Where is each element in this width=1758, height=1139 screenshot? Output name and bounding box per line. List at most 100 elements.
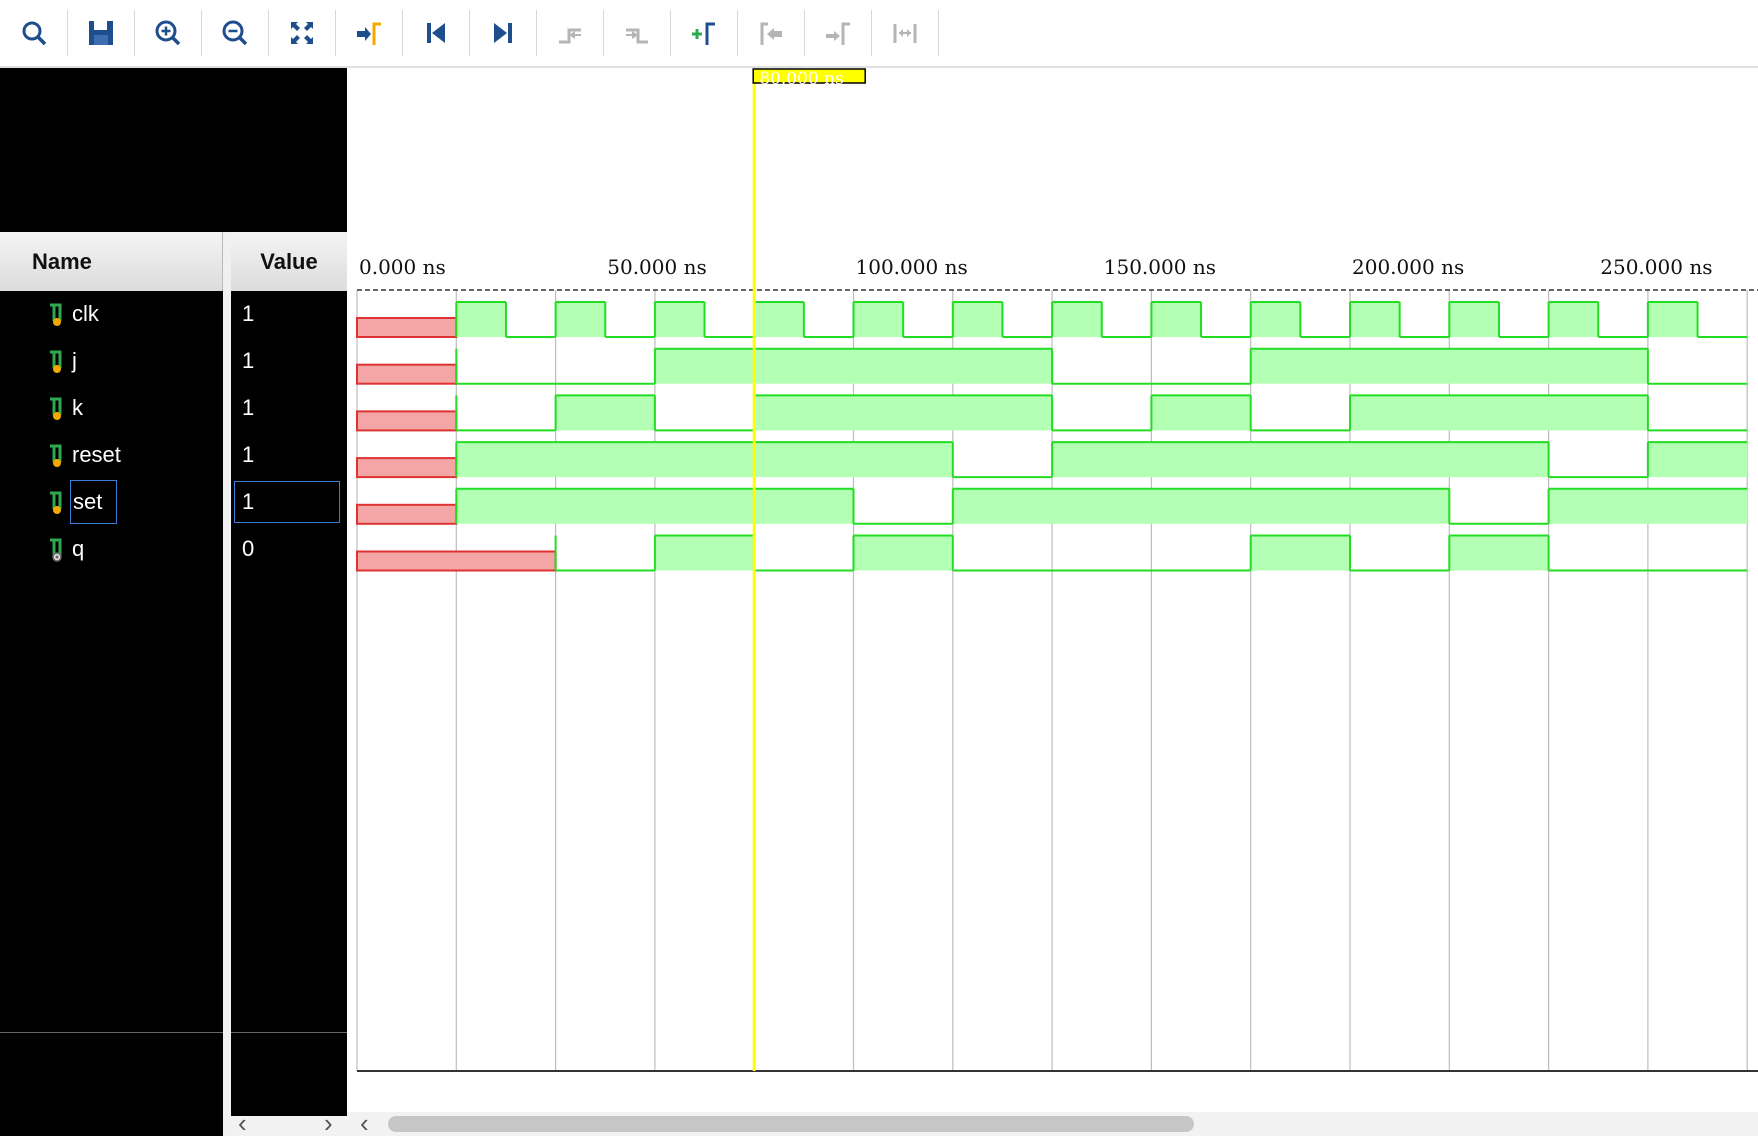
signal-value-set[interactable]: 1 xyxy=(234,481,340,523)
signal-name-reset: reset xyxy=(72,442,121,467)
add-marker-icon xyxy=(692,22,715,45)
waveform-reset[interactable] xyxy=(356,441,1748,479)
high-segment xyxy=(1449,535,1549,571)
high-segment xyxy=(654,302,705,337)
next-transition-icon xyxy=(626,28,648,44)
go-to-last-time-button[interactable] xyxy=(477,10,529,56)
signal-row-k[interactable]: k xyxy=(46,393,83,423)
input-port-icon xyxy=(46,489,68,515)
signal-row-q[interactable]: q xyxy=(46,534,84,564)
next-transition-button[interactable] xyxy=(611,10,663,56)
signal-value-clk[interactable]: 1 xyxy=(242,299,254,329)
time-tick-label: 50.000 ns xyxy=(607,255,706,279)
next-marker-icon xyxy=(826,22,850,45)
high-segment xyxy=(456,442,953,478)
output-port-icon xyxy=(46,536,68,562)
signal-row-reset[interactable]: reset xyxy=(46,440,121,470)
cursor-time-label: 80.000 ns xyxy=(759,69,844,89)
signal-name-clk: clk xyxy=(72,301,99,326)
signal-value-reset[interactable]: 1 xyxy=(242,440,254,470)
swap-cursors-button[interactable] xyxy=(879,10,931,56)
time-tick-label: 250.000 ns xyxy=(1600,255,1712,279)
add-marker-button[interactable] xyxy=(678,10,730,56)
signal-row-clk[interactable]: clk xyxy=(46,299,99,329)
previous-transition-button[interactable] xyxy=(544,10,596,56)
high-segment xyxy=(1151,302,1202,337)
horizontal-scroll-thumb[interactable] xyxy=(388,1116,1194,1132)
high-segment xyxy=(555,395,655,431)
high-segment xyxy=(1350,302,1400,337)
signal-name-q: q xyxy=(72,536,85,561)
waveform-k[interactable] xyxy=(356,394,1748,432)
undefined-segment xyxy=(356,503,458,525)
input-port-icon xyxy=(46,395,68,421)
signal-row-set[interactable]: set xyxy=(46,480,118,524)
zoom-fit-button[interactable] xyxy=(276,10,328,56)
time-tick-label: 150.000 ns xyxy=(1104,255,1216,279)
signal-row-j[interactable]: j xyxy=(46,346,77,376)
high-segment xyxy=(1052,442,1549,478)
time-tick-label: 0.000 ns xyxy=(359,255,446,279)
high-segment xyxy=(654,535,755,571)
signal-value-j[interactable]: 1 xyxy=(242,346,254,376)
high-segment xyxy=(1052,302,1102,337)
value-scroll-right-icon[interactable]: › xyxy=(324,1108,333,1139)
zoom-out-button[interactable] xyxy=(209,10,261,56)
signal-name-k: k xyxy=(72,395,83,420)
high-segment xyxy=(1250,302,1301,337)
high-segment xyxy=(1647,442,1748,478)
go-to-time-zero-button[interactable] xyxy=(410,10,462,56)
input-port-icon xyxy=(46,301,68,327)
go-to-cursor-button[interactable] xyxy=(343,10,395,56)
scroll-left-icon[interactable]: ‹ xyxy=(360,1108,369,1139)
high-segment xyxy=(1449,302,1499,337)
previous-marker-button[interactable] xyxy=(745,10,797,56)
swap-cursors-icon xyxy=(893,24,917,43)
waveform-j[interactable] xyxy=(356,347,1748,385)
value-header-label: Value xyxy=(260,248,318,274)
search-button[interactable] xyxy=(8,10,60,56)
undefined-segment xyxy=(356,410,458,432)
high-segment xyxy=(1548,302,1599,337)
time-tick-label: 100.000 ns xyxy=(856,255,968,279)
save-button[interactable] xyxy=(75,10,127,56)
zoom-in-button[interactable] xyxy=(142,10,194,56)
zoom-out-icon xyxy=(222,20,248,46)
name-column-header[interactable]: Name xyxy=(0,232,223,291)
signal-name-set: set xyxy=(70,480,118,524)
signal-name-j: j xyxy=(72,348,77,373)
high-segment xyxy=(952,488,1450,524)
value-column-header[interactable]: Value xyxy=(231,232,347,291)
high-segment xyxy=(1250,535,1350,571)
column-splitter[interactable] xyxy=(223,232,231,1136)
high-segment xyxy=(456,302,506,337)
high-segment xyxy=(1250,348,1648,384)
input-port-icon xyxy=(46,442,68,468)
input-port-icon xyxy=(46,348,68,374)
high-segment xyxy=(1350,395,1648,431)
waveform-set[interactable] xyxy=(356,487,1748,525)
undefined-segment xyxy=(356,457,458,479)
zoom-fit-icon xyxy=(291,22,313,44)
go-to-time-zero-icon xyxy=(427,23,445,43)
next-marker-button[interactable] xyxy=(812,10,864,56)
signal-value-k[interactable]: 1 xyxy=(242,393,254,423)
undefined-segment xyxy=(356,550,557,572)
high-segment xyxy=(654,348,1053,384)
time-tick-label: 200.000 ns xyxy=(1352,255,1464,279)
name-column xyxy=(0,232,223,1136)
high-segment xyxy=(754,302,804,337)
undefined-segment xyxy=(356,317,458,338)
waveform-canvas[interactable]: 0.000 ns 50.000 ns 100.000 ns 150.000 ns 200… xyxy=(347,68,1758,1136)
name-header-label: Name xyxy=(32,248,92,274)
signal-value-q[interactable]: 0 xyxy=(242,534,254,564)
high-segment xyxy=(853,302,904,337)
high-segment xyxy=(853,535,953,571)
waveform-clk[interactable] xyxy=(356,301,1748,338)
previous-marker-icon xyxy=(760,22,782,45)
high-segment xyxy=(952,302,1003,337)
previous-transition-icon xyxy=(559,28,581,44)
value-scroll-left-icon[interactable]: ‹ xyxy=(238,1108,247,1139)
name-divider xyxy=(0,1032,223,1033)
high-segment xyxy=(555,302,606,337)
